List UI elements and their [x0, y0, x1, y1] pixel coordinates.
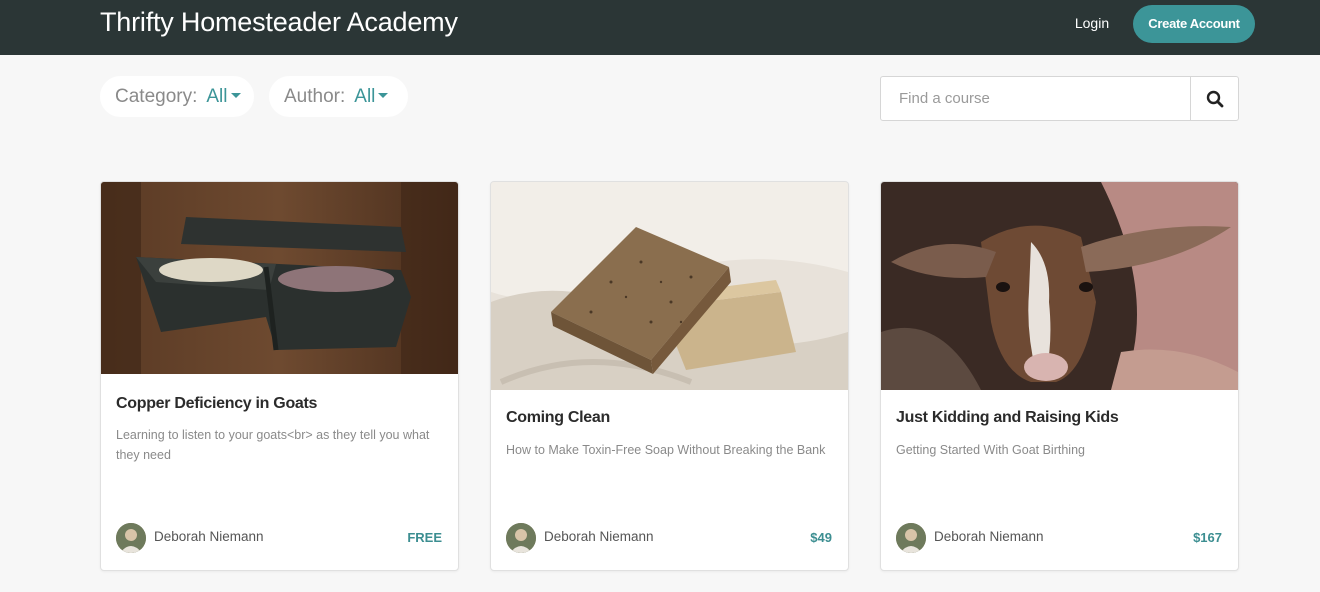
course-title[interactable]: Coming Clean — [506, 409, 610, 427]
course-card[interactable]: Coming Clean How to Make Toxin-Free Soap… — [490, 181, 849, 571]
category-filter-label: Category: — [115, 85, 198, 107]
course-subtitle: How to Make Toxin-Free Soap Without Brea… — [506, 443, 826, 457]
author-name: Deborah Niemann — [154, 529, 264, 544]
author-avatar — [896, 523, 926, 553]
course-title[interactable]: Copper Deficiency in Goats — [116, 395, 317, 413]
course-subtitle: Learning to listen to your goats<br> as … — [116, 428, 430, 462]
course-subtitle: Getting Started With Goat Birthing — [896, 443, 1085, 457]
course-card[interactable]: Just Kidding and Raising Kids Getting St… — [880, 181, 1239, 571]
course-price: $167 — [1193, 530, 1222, 545]
search-icon — [1206, 90, 1223, 107]
category-filter-value[interactable]: All — [206, 86, 227, 108]
course-title[interactable]: Just Kidding and Raising Kids — [896, 409, 1119, 427]
course-price: FREE — [407, 530, 442, 545]
search-input[interactable] — [881, 77, 1190, 120]
author-filter-label: Author: — [284, 85, 346, 107]
login-link[interactable]: Login — [1060, 15, 1124, 31]
author-name: Deborah Niemann — [934, 529, 1044, 544]
author-name: Deborah Niemann — [544, 529, 654, 544]
course-price: $49 — [810, 530, 832, 545]
course-image-soap[interactable] — [491, 182, 848, 390]
caret-down-icon[interactable] — [230, 93, 241, 98]
author-filter[interactable]: Author: All — [269, 76, 408, 117]
author-filter-value[interactable]: All — [354, 86, 375, 108]
course-card[interactable]: Copper Deficiency in Goats Learning to l… — [100, 181, 459, 571]
top-navbar: Thrifty Homesteader Academy Login Create… — [0, 0, 1320, 55]
create-account-button[interactable]: Create Account — [1133, 5, 1255, 43]
author-avatar — [116, 523, 146, 553]
site-brand[interactable]: Thrifty Homesteader Academy — [100, 7, 458, 38]
category-filter[interactable]: Category: All — [100, 76, 254, 117]
course-search — [880, 76, 1239, 121]
author-avatar — [506, 523, 536, 553]
search-button[interactable] — [1190, 77, 1238, 120]
course-image-goat-feeder[interactable] — [101, 182, 458, 374]
course-image-baby-goat[interactable] — [881, 182, 1238, 390]
caret-down-icon[interactable] — [378, 93, 389, 98]
